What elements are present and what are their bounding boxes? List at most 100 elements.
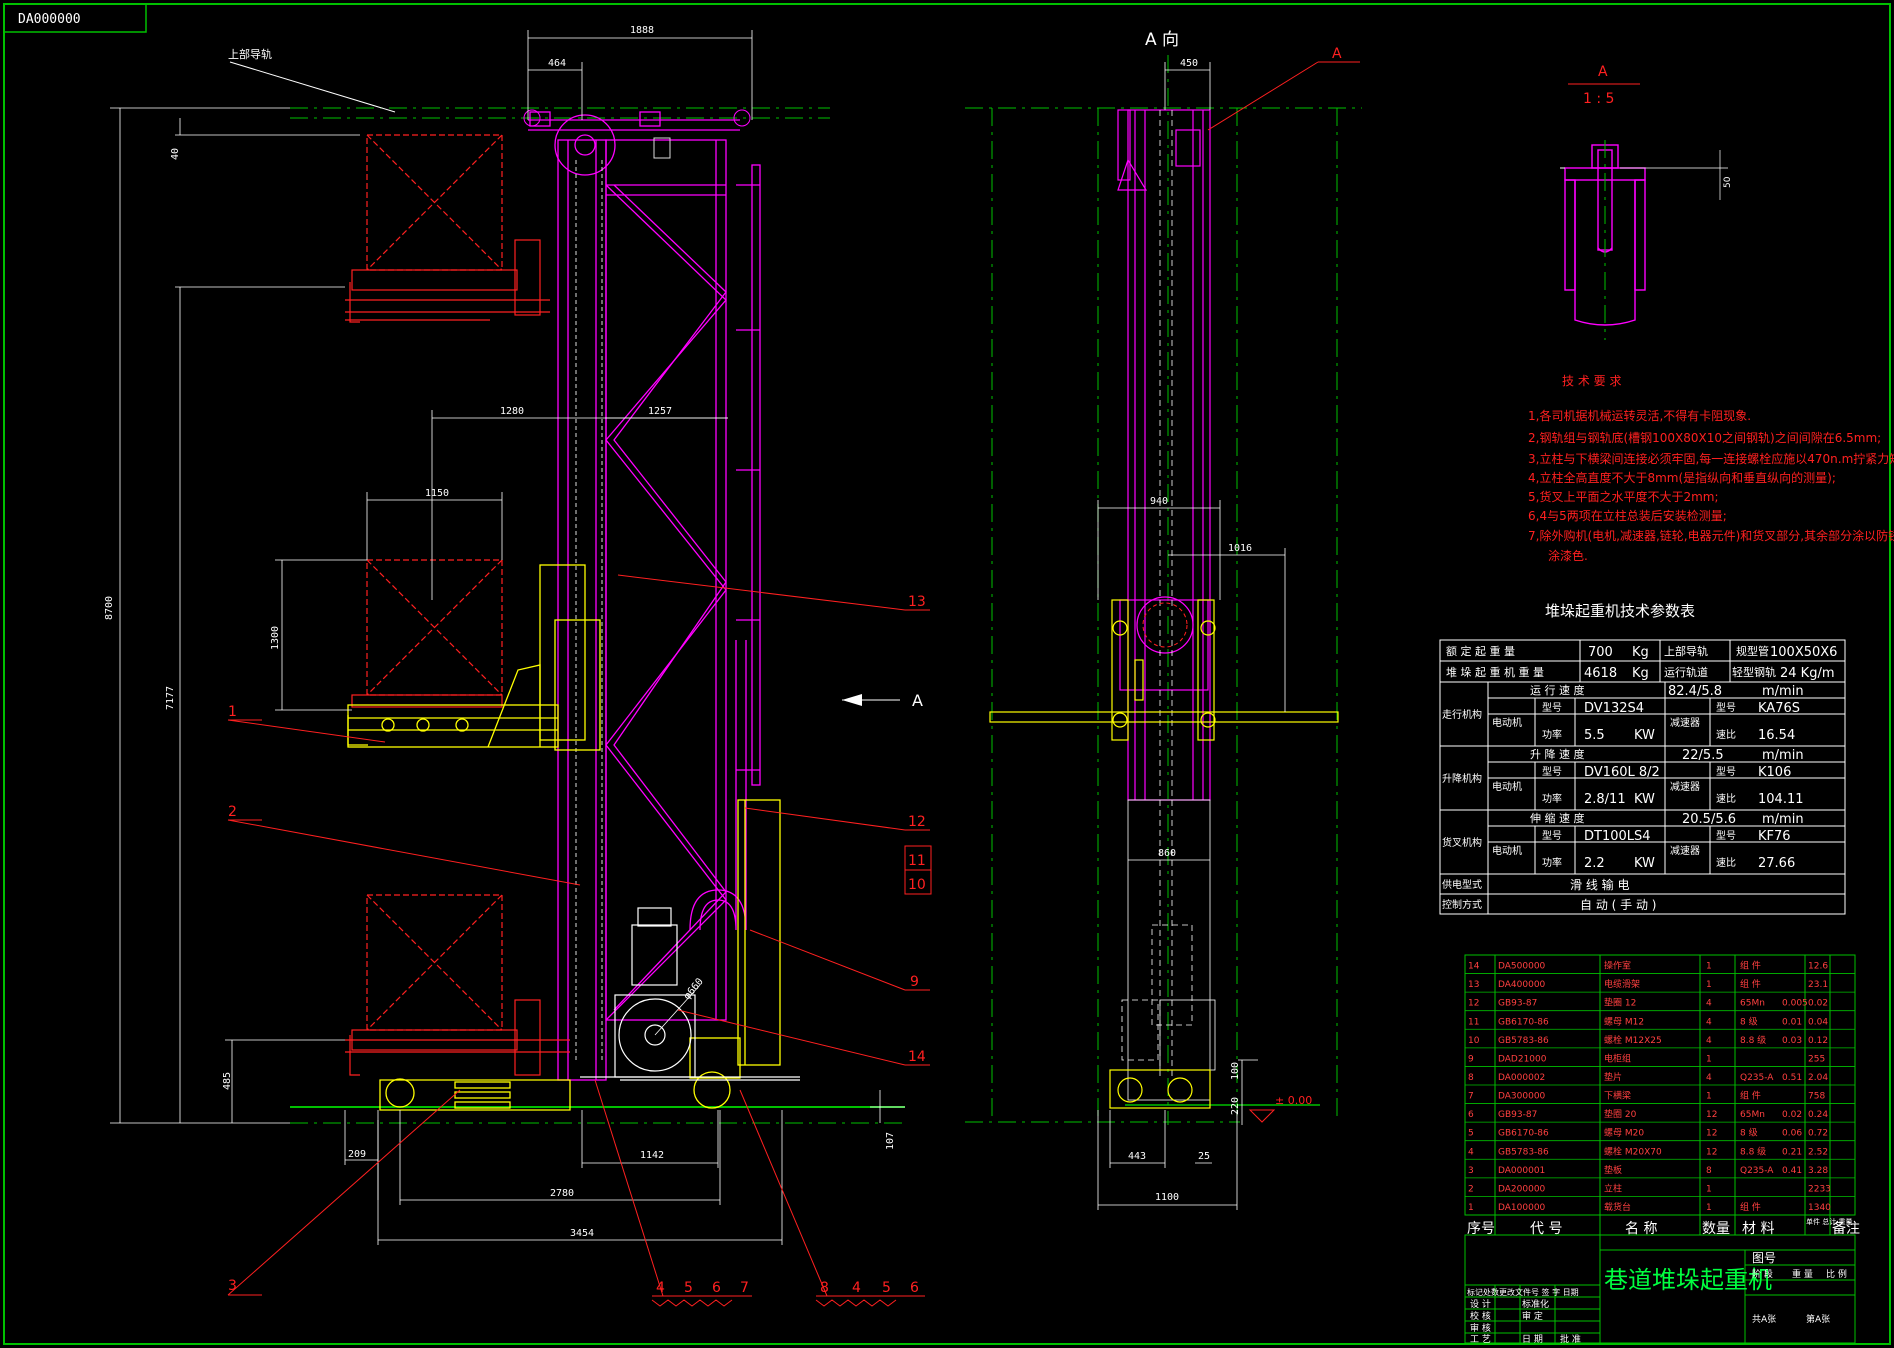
bom-cell-mat: 组 件 bbox=[1740, 1090, 1761, 1102]
dim-860: 860 bbox=[1158, 848, 1176, 859]
param-cell: 滑 线 输 电 bbox=[1570, 877, 1629, 892]
tech-req-item: 4,立柱全高直度不大于8mm(是指纵向和垂直纵向的测量); bbox=[1528, 470, 1836, 485]
design-label: 设 计 bbox=[1470, 1298, 1491, 1310]
param-cell: 功率 bbox=[1542, 792, 1562, 805]
balloon-12: 12 bbox=[908, 814, 926, 830]
bom-cell-qty: 4 bbox=[1706, 1017, 1712, 1027]
param-cell: 型号 bbox=[1716, 829, 1736, 842]
bom-cell-no: 9 bbox=[1468, 1054, 1474, 1064]
param-cell: 5.5 bbox=[1584, 728, 1605, 743]
param-cell: 104.11 bbox=[1758, 792, 1804, 807]
param-cell: 2.8/11 bbox=[1584, 792, 1626, 807]
bom-cell-total: 12.6 bbox=[1808, 962, 1828, 972]
balloon-6b: 6 bbox=[910, 1280, 919, 1296]
bom-table: 14 DA500000 操作室 1 组 件 12.613 DA400000 电缆滑架 1 组 件2… bbox=[1464, 954, 1860, 1237]
side-dimension-lines bbox=[1097, 62, 1286, 1210]
leader-line bbox=[229, 61, 396, 113]
param-cell: DV160L 8/2 bbox=[1584, 765, 1660, 780]
param-cell: 规型管 bbox=[1736, 644, 1769, 658]
param-cell: 升降机构 bbox=[1442, 772, 1482, 785]
bom-cell-code: GB93-87 bbox=[1498, 999, 1537, 1009]
tech-req-title: 技 术 要 求 bbox=[1562, 374, 1621, 388]
param-cell: 电动机 bbox=[1492, 780, 1522, 793]
bom-cell-qty: 4 bbox=[1706, 999, 1712, 1009]
bom-cell-no: 13 bbox=[1468, 980, 1479, 990]
view-arrow-head bbox=[842, 694, 862, 706]
bom-cell-code: DA000002 bbox=[1498, 1073, 1545, 1083]
bom-cell-qty: 1 bbox=[1706, 980, 1712, 990]
bom-cell-name: 垫板 bbox=[1604, 1164, 1622, 1176]
standard-label: 标准化 bbox=[1522, 1298, 1549, 1310]
bom-cell-total: 2233 bbox=[1808, 1184, 1831, 1194]
bom-cell-no: 12 bbox=[1468, 999, 1479, 1009]
cargo-box-mid bbox=[351, 559, 503, 708]
dimension-texts: 1888 464 8700 7177 40 1280 1257 1150 130… bbox=[104, 25, 896, 1239]
bom-cell-name: 电柜组 bbox=[1604, 1052, 1631, 1064]
param-cell: 型号 bbox=[1542, 701, 1562, 714]
lift-chain bbox=[575, 137, 671, 1060]
bom-cell-mat: 65Mn bbox=[1740, 999, 1765, 1009]
tech-req-item: 7,除外购机(电机,减速器,链轮,电器元件)和货叉部分,其余部分涂以防锈漆 bbox=[1528, 528, 1894, 543]
weight-label: 重 量 bbox=[1792, 1268, 1813, 1280]
dim-1280: 1280 bbox=[500, 406, 524, 417]
bom-header-note: 备注 bbox=[1832, 1220, 1860, 1237]
param-cell: 升 降 速 度 bbox=[1530, 747, 1585, 761]
balloon-8: 8 bbox=[820, 1280, 829, 1296]
dim-7177: 7177 bbox=[165, 686, 176, 710]
bom-cell-unit: 0.21 bbox=[1782, 1147, 1802, 1157]
bom-cell-qty: 1 bbox=[1706, 962, 1712, 972]
bom-cell-unit: 0.005 bbox=[1782, 999, 1808, 1009]
param-cell: 型号 bbox=[1542, 829, 1562, 842]
mast bbox=[528, 111, 761, 1081]
elevation-mark bbox=[1248, 1109, 1276, 1123]
bom-cell-no: 5 bbox=[1468, 1129, 1474, 1139]
bom-cell-no: 11 bbox=[1468, 1017, 1479, 1027]
bom-cell-name: 垫片 bbox=[1604, 1071, 1622, 1083]
tech-req-item: 6,4与5两项在立柱总装后安装检测量; bbox=[1528, 508, 1727, 523]
param-cell: KW bbox=[1634, 792, 1655, 807]
param-cell: 减速器 bbox=[1670, 845, 1700, 857]
param-cell: DV132S4 bbox=[1584, 701, 1644, 716]
detail-leader bbox=[1207, 61, 1319, 131]
param-cell: 自 动 ( 手 动 ) bbox=[1580, 898, 1656, 912]
approve-label: 批 准 bbox=[1560, 1333, 1581, 1345]
param-cell: Kg bbox=[1632, 666, 1649, 681]
bom-cell-total: 0.12 bbox=[1808, 1036, 1828, 1046]
balloon-11: 11 bbox=[908, 853, 926, 869]
tech-req-item: 5,货叉上平面之水平度不大于2mm; bbox=[1528, 489, 1719, 504]
bom-cell-qty: 4 bbox=[1706, 1036, 1712, 1046]
bom-cell-total: 0.72 bbox=[1808, 1129, 1828, 1139]
balloon-7: 7 bbox=[740, 1280, 749, 1296]
param-cell: 4618 bbox=[1584, 666, 1617, 681]
param-cell: KA76S bbox=[1758, 701, 1800, 716]
param-cell: 额 定 起 重 量 bbox=[1446, 644, 1515, 658]
stage-label: 阶 段 bbox=[1752, 1268, 1773, 1280]
bom-cell-mat: 8 级 bbox=[1740, 1127, 1758, 1139]
bom-cell-code: GB6170-86 bbox=[1498, 1017, 1549, 1027]
side-view: A 向 450 940 1016 860 443 25 1100 100 220… bbox=[965, 30, 1362, 1210]
param-cell: 伸 缩 速 度 bbox=[1530, 811, 1585, 825]
param-cell: KW bbox=[1634, 856, 1655, 871]
drawing-code: DA000000 bbox=[18, 12, 81, 27]
param-cell: 功率 bbox=[1542, 856, 1562, 869]
param-cell: 电动机 bbox=[1492, 844, 1522, 857]
dim-660: φ660 bbox=[682, 976, 706, 1002]
detail-scale: 1 : 5 bbox=[1583, 91, 1614, 107]
bom-cell-total: 23.1 bbox=[1808, 980, 1828, 990]
param-cell: 27.66 bbox=[1758, 856, 1795, 871]
dim-443: 443 bbox=[1128, 1151, 1146, 1162]
param-cell: 16.54 bbox=[1758, 728, 1795, 743]
param-cell: Kg bbox=[1632, 645, 1649, 660]
upper-rail-label: 上部导轨 bbox=[228, 47, 272, 61]
tech-req-item: 涂漆色. bbox=[1548, 548, 1588, 563]
dim-209: 209 bbox=[348, 1149, 366, 1160]
param-cell: K106 bbox=[1758, 765, 1791, 780]
bom-cell-mat: 组 件 bbox=[1740, 978, 1761, 990]
balloon-5b: 5 bbox=[882, 1280, 891, 1296]
bom-cell-mat: 8.8 级 bbox=[1740, 1034, 1766, 1046]
scale-label: 比 例 bbox=[1826, 1268, 1847, 1280]
bom-cell-name: 螺母 M12 bbox=[1604, 1016, 1644, 1027]
param-table: 堆垛起重机技术参数表 额 定 起 重 量 700 Kg 上部导轨 规型管 100… bbox=[1439, 602, 1846, 915]
param-cell: 24 Kg/m bbox=[1780, 666, 1835, 681]
param-cell: 电动机 bbox=[1492, 716, 1522, 729]
